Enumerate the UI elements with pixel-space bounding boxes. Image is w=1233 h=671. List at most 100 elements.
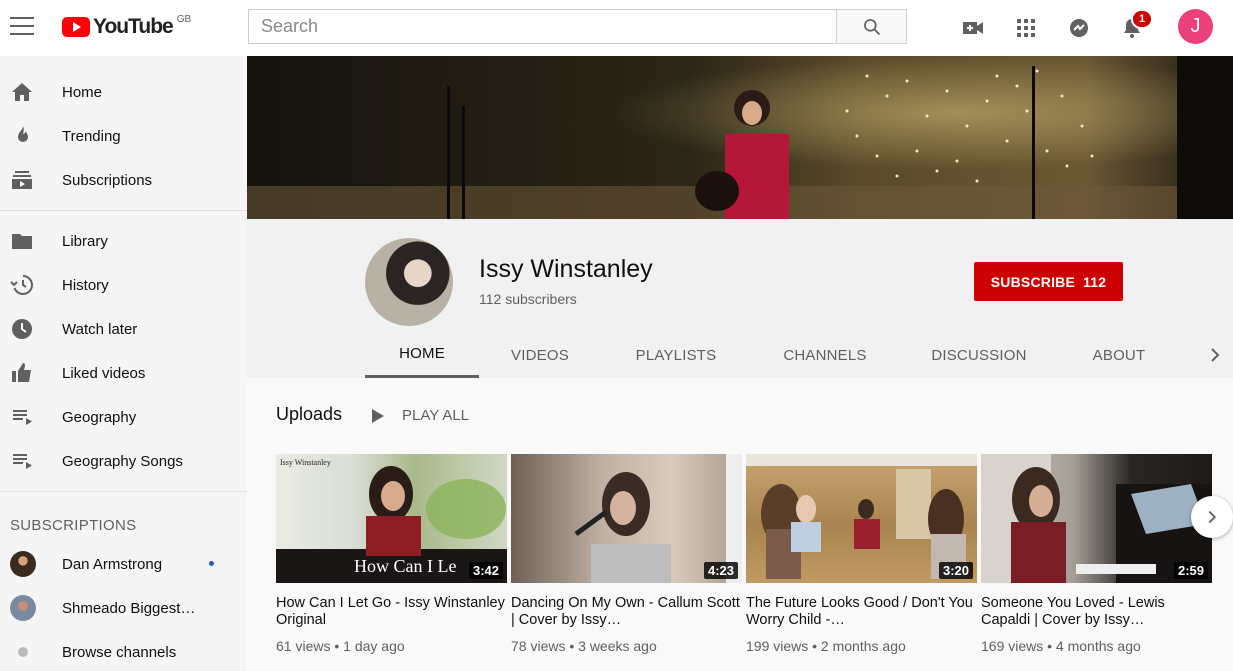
uploads-shelf: Issy Winstanley How Can I Le 3:42 How Ca… [276,454,1216,654]
sidebar-item-label: Liked videos [62,364,146,382]
youtube-play-icon [62,17,90,37]
video-card[interactable]: Issy Winstanley How Can I Le 3:42 How Ca… [276,454,507,654]
sidebar-item-label: History [62,276,109,294]
sidebar-item-label: Trending [62,127,121,145]
sidebar-item-label: Watch later [62,320,138,338]
play-all-button[interactable]: PLAY ALL [372,407,469,424]
video-duration: 3:20 [938,562,973,579]
video-title[interactable]: How Can I Let Go - Issy Winstanley Origi… [276,595,507,629]
video-metadata: 169 views • 4 months ago [981,638,1141,654]
subscription-label: Dan Armstrong [62,555,163,573]
browse-channels-icon [18,647,28,657]
new-content-dot [209,561,214,566]
video-metadata: 61 views • 1 day ago [276,638,405,654]
channel-tabs: HOME VIDEOS PLAYLISTS CHANNELS DISCUSSIO… [365,332,1179,378]
menu-icon[interactable] [10,17,34,37]
library-icon [12,234,32,249]
sidebar-item-label: Geography Songs [62,452,183,470]
masthead: YouTube GB Search 1 J [0,0,1233,56]
trending-icon [18,126,28,142]
subscriber-count: 112 subscribers [479,291,577,307]
shelf-next-button[interactable] [1191,496,1233,538]
channel-avatar[interactable] [365,238,453,326]
divider [0,491,247,492]
liked-icon [12,363,31,382]
video-title[interactable]: Dancing On My Own - Callum Scott | Cover… [511,595,742,629]
sidebar-item-label: Geography [62,408,137,426]
search-icon [863,18,880,35]
play-all-label: PLAY ALL [402,407,470,424]
avatar [10,551,36,577]
video-thumbnail[interactable]: 4:23 [511,454,742,583]
home-icon [12,83,32,101]
logo-text: YouTube [93,15,174,38]
account-avatar[interactable]: J [1178,9,1213,44]
avatar [10,595,36,621]
sidebar-item-home[interactable]: Home [0,70,247,114]
sidebar-item-geography[interactable]: Geography [0,395,247,439]
video-card[interactable]: 4:23 Dancing On My Own - Callum Scott | … [511,454,742,654]
video-thumbnail[interactable]: 3:20 [746,454,977,583]
video-metadata: 78 views • 3 weeks ago [511,638,657,654]
video-duration: 3:42 [468,562,503,579]
uploads-heading[interactable]: Uploads [276,404,342,425]
sidebar-item-label: Subscriptions [62,171,153,189]
subscriptions-heading: SUBSCRIPTIONS [10,517,137,534]
create-video-icon[interactable] [961,16,985,40]
video-thumbnail[interactable]: Issy Winstanley How Can I Le 3:42 [276,454,507,583]
video-metadata: 199 views • 2 months ago [746,638,906,654]
video-card[interactable]: 3:20 The Future Looks Good / Don't You W… [746,454,977,654]
video-duration: 4:23 [703,562,738,579]
sidebar-item-history[interactable]: History [0,263,247,307]
search-button[interactable] [836,9,907,44]
chevron-right-icon[interactable] [1203,343,1227,367]
logo-country: GB [176,14,192,25]
browse-channels[interactable]: Browse channels [0,630,247,671]
channel-header: Issy Winstanley 112 subscribers SUBSCRIB… [247,219,1233,378]
channel-name: Issy Winstanley [479,255,653,283]
search-bar: Search [248,9,907,44]
video-title[interactable]: The Future Looks Good / Don't You Worry … [746,595,977,629]
sidebar-item-label: Library [62,232,108,250]
subscriptions-icon [12,171,32,189]
apps-grid-icon[interactable] [1014,16,1038,40]
video-title[interactable]: Someone You Loved - Lewis Capaldi | Cove… [981,595,1212,629]
tab-videos[interactable]: VIDEOS [479,332,601,378]
history-icon [10,275,33,295]
video-thumbnail[interactable]: 2:59 [981,454,1212,583]
tab-about[interactable]: ABOUT [1059,332,1179,378]
youtube-logo[interactable]: YouTube GB [62,14,192,38]
subscribe-label: SUBSCRIBE [990,273,1076,290]
subscription-dan-armstrong[interactable]: Dan Armstrong [0,542,247,586]
chevron-right-icon [1208,510,1217,524]
banner-image [247,56,1233,219]
sidebar-item-library[interactable]: Library [0,219,247,263]
subscription-label: Shmeado Biggest… [62,599,196,617]
video-card[interactable]: 2:59 Someone You Loved - Lewis Capaldi |… [981,454,1212,654]
tab-discussion[interactable]: DISCUSSION [899,332,1059,378]
sidebar-item-label: Home [62,83,103,101]
tab-home[interactable]: HOME [365,332,479,378]
messages-icon[interactable] [1067,16,1091,40]
sidebar-item-trending[interactable]: Trending [0,114,247,158]
playlist-icon [13,454,32,469]
subscription-shmeado[interactable]: Shmeado Biggest… [0,586,247,630]
playlist-icon [13,410,32,425]
sidebar-item-watch-later[interactable]: Watch later [0,307,247,351]
notification-badge: 1 [1131,9,1153,29]
tab-channels[interactable]: CHANNELS [751,332,899,378]
search-input[interactable]: Search [248,9,836,44]
tab-playlists[interactable]: PLAYLISTS [601,332,751,378]
thumbnail-caption: Issy Winstanley [280,458,331,467]
sidebar: Home Trending Subscriptions Library Hist… [0,56,247,671]
sidebar-item-geography-songs[interactable]: Geography Songs [0,439,247,483]
play-icon [372,408,384,423]
thumbnail-overlay-text: How Can I Le [354,556,457,576]
video-duration: 2:59 [1173,562,1208,579]
subscription-label: Browse channels [62,643,177,661]
sidebar-item-subscriptions[interactable]: Subscriptions [0,158,247,202]
subscribe-count: 112 [1083,273,1107,290]
watch-later-icon [12,319,32,339]
subscribe-button[interactable]: SUBSCRIBE 112 [974,262,1123,301]
sidebar-item-liked-videos[interactable]: Liked videos [0,351,247,395]
